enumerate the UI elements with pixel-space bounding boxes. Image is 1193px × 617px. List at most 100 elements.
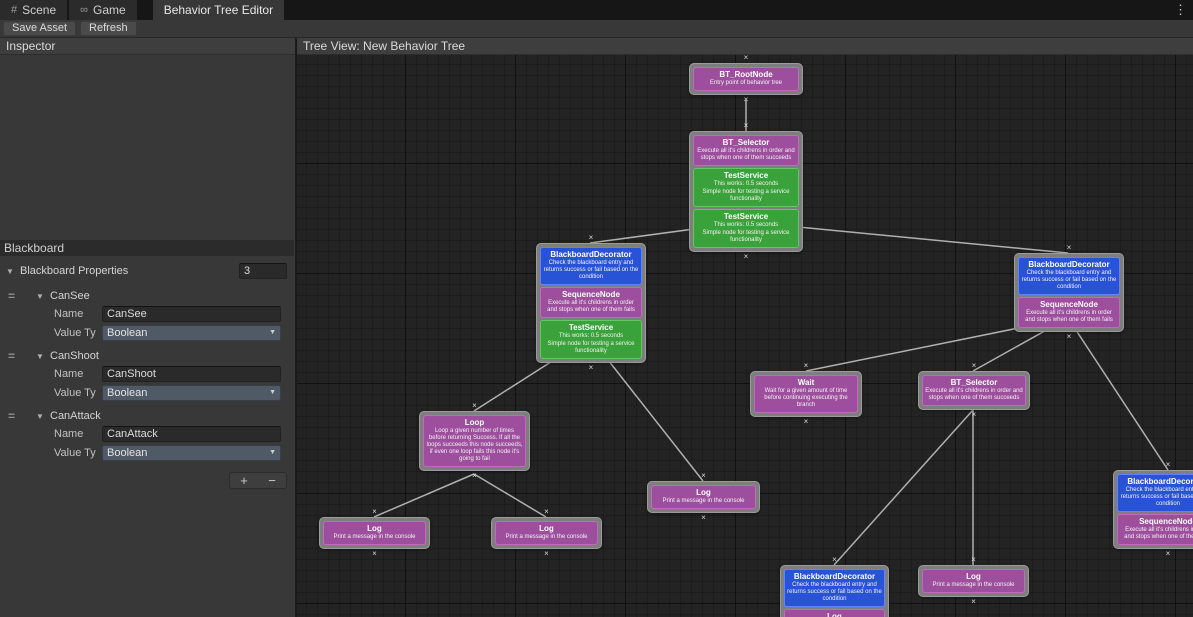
chevron-down-icon: ▼ <box>269 389 276 396</box>
connector-pin-icon[interactable]: × <box>589 234 594 242</box>
connector-pin-icon[interactable]: × <box>589 364 594 372</box>
blackboard-count-field[interactable] <box>239 263 287 279</box>
tree-canvas[interactable]: × × BT_RootNode Entry point of behavior tre… <box>297 55 1193 617</box>
foldout-icon[interactable]: ▼ <box>36 412 46 421</box>
property-title: CanShoot <box>50 350 99 362</box>
node-blackboard-decorator-log-bottom[interactable]: ××BlackboardDecoratorCheck the blackboar… <box>780 556 889 617</box>
name-label: Name <box>54 427 84 440</box>
tree-view-header: Tree View: New Behavior Tree <box>297 38 1193 55</box>
node-description: Wait for a given amount of time before c… <box>764 388 848 408</box>
node-description: Simple node for testing a service functi… <box>547 341 635 354</box>
tab-game[interactable]: ∞ Game <box>69 0 137 20</box>
connector-pin-icon[interactable]: × <box>744 55 749 62</box>
connector-pin-icon[interactable]: × <box>372 550 377 558</box>
window-menu-icon[interactable]: ⋮ <box>1174 0 1187 20</box>
foldout-icon[interactable]: ▼ <box>6 267 16 276</box>
property-name-input[interactable] <box>102 305 281 322</box>
connector-pin-icon[interactable]: × <box>701 472 706 480</box>
foldout-icon[interactable]: ▼ <box>36 352 46 361</box>
node-block-service: TestService This works: 0.5 seconds Simple… <box>693 209 799 248</box>
node-bt-selector-right[interactable]: × × BT_Selector Execute all it's childrens … <box>918 362 1030 419</box>
remove-property-button[interactable]: − <box>258 473 286 488</box>
property-name-input[interactable] <box>102 425 281 442</box>
node-title: BT_Selector <box>722 138 770 147</box>
node-description: Loop a given number of times before retu… <box>426 428 523 462</box>
connector-pin-icon[interactable]: × <box>472 402 477 410</box>
node-loop[interactable]: × × Loop Loop a given number of times befor… <box>419 402 530 480</box>
value-type-dropdown[interactable]: Boolean ▼ <box>102 324 281 341</box>
node-blackboard-decorator-sequence-right[interactable]: × × BlackboardDecorator Check the blackboar… <box>1014 244 1124 341</box>
node-title: TestService <box>723 171 769 180</box>
editor-toolbar: Save Asset Refresh <box>0 20 1193 38</box>
drag-handle-icon[interactable]: = <box>8 349 32 363</box>
blackboard-section: Blackboard ▼ Blackboard Properties = ▼ C… <box>0 240 294 489</box>
node-log-left-1[interactable]: × × Log Print a message in the console <box>319 508 430 558</box>
node-description: Check the blackboard entry and returns s… <box>1120 487 1193 507</box>
save-asset-button[interactable]: Save Asset <box>3 21 77 36</box>
connector-pin-icon[interactable]: × <box>804 362 809 370</box>
inspector-header: Inspector <box>0 38 295 55</box>
property-name-row: Name <box>0 364 294 383</box>
scene-grid-icon: # <box>11 4 18 16</box>
node-blackboard-decorator-sequence-edge[interactable]: × × BlackboardDecoratorCheck the blackboar… <box>1113 461 1193 558</box>
value-type-dropdown[interactable]: Boolean ▼ <box>102 444 281 461</box>
foldout-icon[interactable]: ▼ <box>36 292 46 301</box>
connector-pin-icon[interactable]: × <box>1166 550 1171 558</box>
node-bt-rootnode[interactable]: × × BT_RootNode Entry point of behavior tre… <box>689 55 803 104</box>
property-title: CanAttack <box>50 410 101 422</box>
connector-pin-icon[interactable]: × <box>804 418 809 426</box>
property-name-input[interactable] <box>102 365 281 382</box>
node-description: Execute all it's childrens in order and … <box>1124 527 1193 540</box>
value-type-dropdown[interactable]: Boolean ▼ <box>102 384 281 401</box>
node-title: BlackboardDecorator <box>1028 260 1110 269</box>
node-block-action: LogPrint a message in the console <box>495 521 598 545</box>
node-log-left-2[interactable]: × × Log Print a message in the console <box>491 508 602 558</box>
connector-pin-icon[interactable]: × <box>744 122 749 130</box>
connector-pin-icon[interactable]: × <box>701 514 706 522</box>
node-log-right[interactable]: × × Log Print a message in the console <box>918 556 1029 606</box>
node-title: BT_RootNode <box>719 70 773 79</box>
connector-pin-icon[interactable]: × <box>744 96 749 104</box>
node-title: Log <box>696 488 711 497</box>
drag-handle-icon[interactable]: = <box>8 289 32 303</box>
connector-pin-icon[interactable]: × <box>832 556 837 564</box>
node-description: This works: 0.5 seconds <box>713 181 779 187</box>
node-block-action: LogPrint a message in the console <box>784 609 885 617</box>
node-description: Print a message in the console <box>505 534 588 540</box>
node-log-center[interactable]: × × Log Print a message in the console <box>647 472 760 522</box>
node-title: TestService <box>568 323 614 332</box>
node-block-action: Wait Wait for a given amount of time befo… <box>754 375 858 413</box>
tab-scene[interactable]: # Scene <box>0 0 68 20</box>
connector-pin-icon[interactable]: × <box>971 556 976 564</box>
node-block-action: SequenceNode Execute all it's childrens i… <box>1117 514 1193 545</box>
chevron-down-icon: ▼ <box>269 449 276 456</box>
tab-behavior-tree-editor-label: Behavior Tree Editor <box>163 3 274 17</box>
node-blackboard-decorator-sequence-left[interactable]: × × BlackboardDecorator Check the blackboar… <box>536 234 646 372</box>
node-title: BlackboardDecorator <box>1127 477 1193 486</box>
connector-pin-icon[interactable]: × <box>472 472 477 480</box>
node-title: BlackboardDecorator <box>793 572 876 581</box>
value-type-selected: Boolean <box>107 326 148 339</box>
add-property-button[interactable]: + <box>230 473 258 488</box>
node-description: Simple node for testing a service functi… <box>702 189 790 202</box>
node-bt-selector-top[interactable]: × × BT_Selector Execute all it's childrens … <box>689 122 803 261</box>
node-block-decorator: BlackboardDecoratorCheck the blackboard … <box>784 569 885 607</box>
connector-pin-icon[interactable]: × <box>744 253 749 261</box>
drag-handle-icon[interactable]: = <box>8 409 32 423</box>
node-title: SequenceNode <box>1139 517 1193 526</box>
node-wait[interactable]: × × Wait Wait for a given amount of time be… <box>750 362 862 426</box>
connector-pin-icon[interactable]: × <box>1166 461 1171 469</box>
connector-pin-icon[interactable]: × <box>544 550 549 558</box>
tab-behavior-tree-editor[interactable]: Behavior Tree Editor <box>152 0 285 20</box>
connector-pin-icon[interactable]: × <box>972 362 977 370</box>
connector-pin-icon[interactable]: × <box>1067 333 1072 341</box>
inspector-panel: Inspector Blackboard ▼ Blackboard Proper… <box>0 38 296 617</box>
connector-pin-icon[interactable]: × <box>971 598 976 606</box>
refresh-button[interactable]: Refresh <box>80 21 137 36</box>
node-title: Wait <box>797 378 815 387</box>
node-description: Execute all it's childrens in order and … <box>547 300 635 313</box>
connector-pin-icon[interactable]: × <box>972 411 977 419</box>
connector-pin-icon[interactable]: × <box>544 508 549 516</box>
connector-pin-icon[interactable]: × <box>1067 244 1072 252</box>
connector-pin-icon[interactable]: × <box>372 508 377 516</box>
